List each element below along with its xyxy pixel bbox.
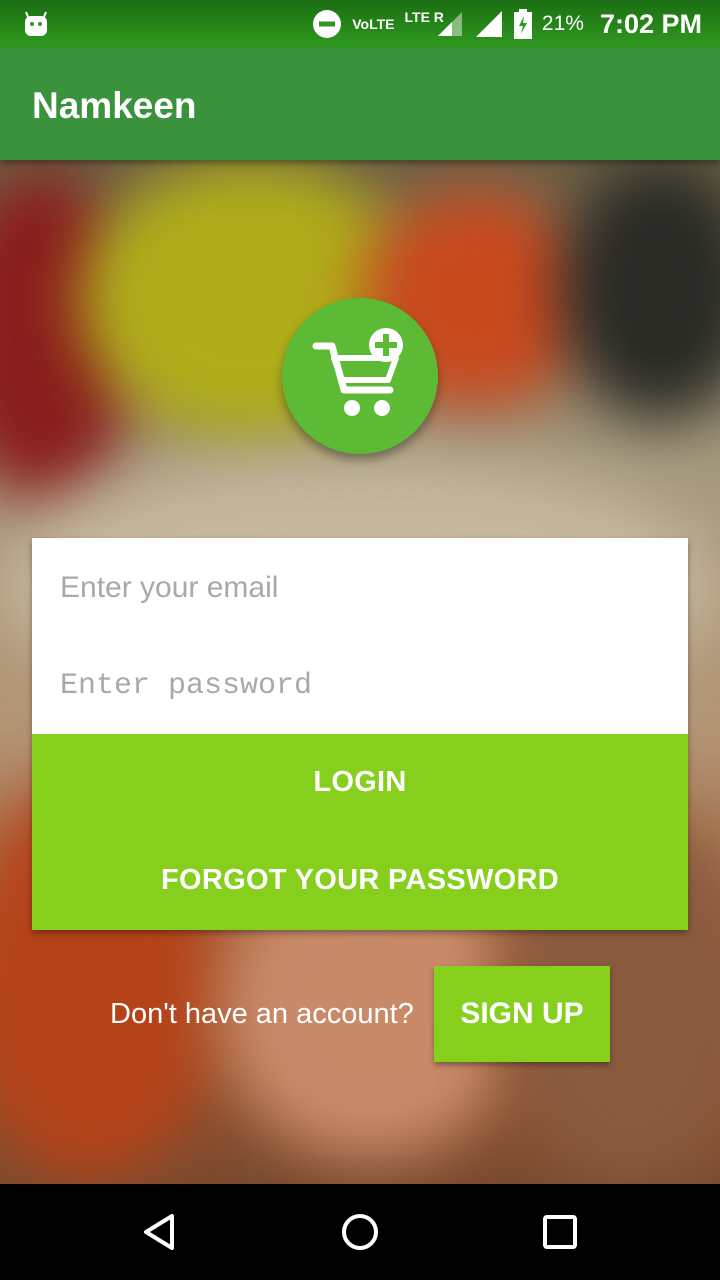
login-fields bbox=[32, 538, 688, 734]
signup-button[interactable]: SIGN UP bbox=[434, 966, 610, 1062]
cart-plus-icon bbox=[312, 328, 403, 416]
battery-charging-icon bbox=[513, 9, 532, 39]
app-logo bbox=[282, 298, 438, 454]
battery-percent: 21% bbox=[541, 12, 584, 35]
login-card: LOGIN FORGOT YOUR PASSWORD bbox=[32, 538, 688, 930]
email-input[interactable] bbox=[60, 566, 660, 610]
volte-label: VoLTE bbox=[352, 16, 395, 32]
signal-icon-1 bbox=[437, 12, 462, 36]
signup-row: Don't have an account? SIGN UP bbox=[0, 966, 720, 1062]
recents-square-icon bbox=[543, 1215, 577, 1249]
login-button[interactable]: LOGIN bbox=[32, 766, 688, 799]
status-bar: VoLTE LTE R 21% 7:02 PM bbox=[0, 0, 720, 48]
clock: 7:02 PM bbox=[599, 8, 702, 39]
app-bar: Namkeen bbox=[0, 48, 720, 160]
nav-back-button[interactable] bbox=[136, 1208, 184, 1256]
do-not-disturb-icon bbox=[313, 10, 342, 38]
nav-home-button[interactable] bbox=[336, 1208, 384, 1256]
nav-recents-button[interactable] bbox=[536, 1208, 584, 1256]
home-circle-icon bbox=[342, 1214, 378, 1250]
signal-icon-2 bbox=[475, 11, 502, 37]
android-icon bbox=[25, 11, 47, 36]
back-triangle-icon bbox=[144, 1214, 174, 1250]
signup-prompt: Don't have an account? bbox=[110, 998, 414, 1030]
forgot-password-button[interactable]: FORGOT YOUR PASSWORD bbox=[32, 864, 688, 897]
login-actions: LOGIN FORGOT YOUR PASSWORD bbox=[32, 734, 688, 930]
navigation-bar bbox=[0, 1184, 720, 1280]
app-title: Namkeen bbox=[32, 85, 197, 126]
password-input[interactable] bbox=[60, 664, 660, 708]
